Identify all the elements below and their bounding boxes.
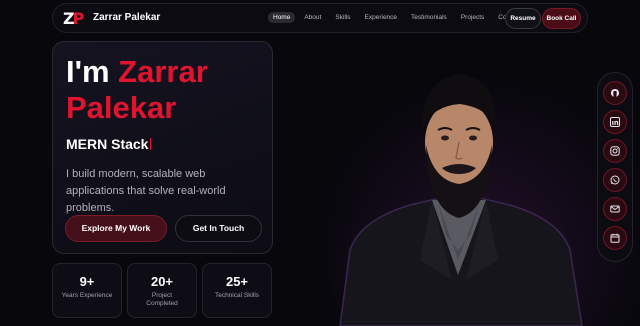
hero-role: MERN Stack xyxy=(66,136,152,152)
logo-icon[interactable]: ZP xyxy=(63,9,89,29)
get-in-touch-button[interactable]: Get In Touch xyxy=(175,215,262,242)
github-icon[interactable] xyxy=(603,81,627,105)
resume-button[interactable]: Resume xyxy=(505,8,541,29)
stat-card-projects: 20+ Project Completed xyxy=(127,263,197,318)
mail-icon[interactable] xyxy=(603,197,627,221)
nav-skills[interactable]: Skills xyxy=(330,12,355,23)
explore-work-button[interactable]: Explore My Work xyxy=(65,215,167,242)
stat-value: 20+ xyxy=(150,274,174,289)
brand-name[interactable]: Zarrar Palekar xyxy=(93,12,160,23)
nav-links: Home About Skills Experience Testimonial… xyxy=(268,12,526,23)
navbar: ZP Zarrar Palekar Home About Skills Expe… xyxy=(52,3,588,33)
stat-label: Years Experience xyxy=(61,292,113,299)
book-call-button[interactable]: Book Call xyxy=(542,8,581,29)
hero-title: I'm Zarrar Palekar xyxy=(66,54,208,125)
stat-value: 9+ xyxy=(79,274,95,289)
nav-home[interactable]: Home xyxy=(268,12,296,23)
linkedin-icon[interactable] xyxy=(603,110,627,134)
stat-label: Project Completed xyxy=(146,292,178,307)
social-rail xyxy=(597,72,633,262)
nav-about[interactable]: About xyxy=(299,12,326,23)
nav-experience[interactable]: Experience xyxy=(360,12,403,23)
profile-portrait xyxy=(330,74,590,326)
nav-projects[interactable]: Projects xyxy=(456,12,489,23)
nav-testimonials[interactable]: Testimonials xyxy=(406,12,452,23)
instagram-icon[interactable] xyxy=(603,139,627,163)
typing-cursor xyxy=(150,138,152,150)
whatsapp-icon[interactable] xyxy=(603,168,627,192)
stat-label: Technical Skills xyxy=(214,292,260,299)
stat-card-skills: 25+ Technical Skills xyxy=(202,263,272,318)
calendar-icon[interactable] xyxy=(603,226,627,250)
hero-description: I build modern, scalable web application… xyxy=(66,168,226,214)
stat-card-experience: 9+ Years Experience xyxy=(52,263,122,318)
hero-card: I'm Zarrar Palekar MERN Stack I build mo… xyxy=(52,41,273,254)
stat-value: 25+ xyxy=(225,274,249,289)
